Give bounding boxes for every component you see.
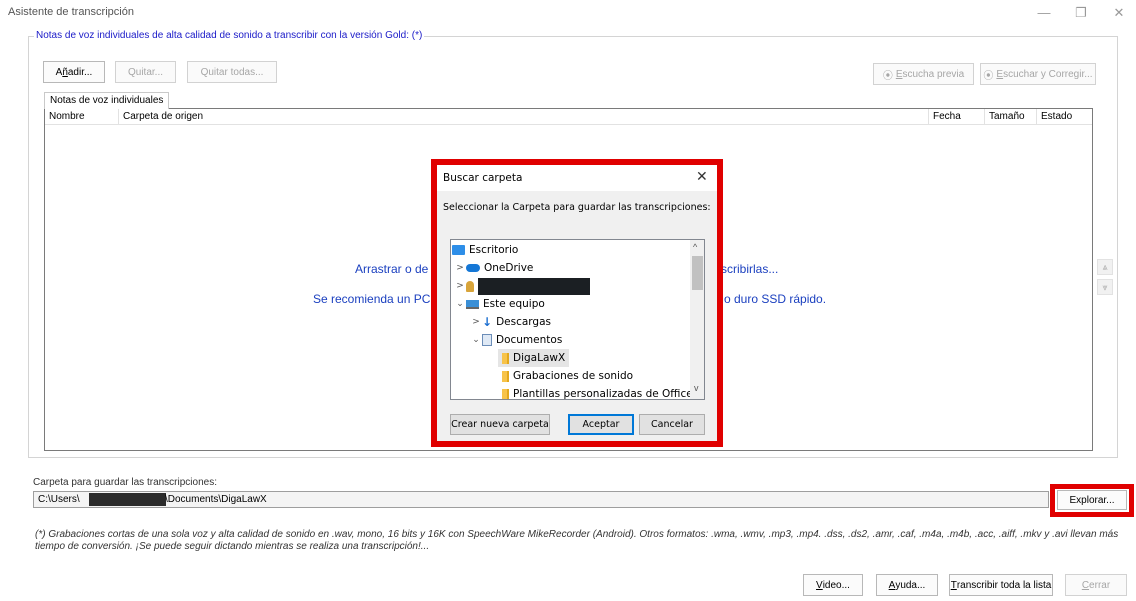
help-label-underlined: A — [888, 579, 896, 591]
drop-hint-line2-start: Se recomienda un PC — [313, 292, 431, 306]
drop-hint-line1-start: Arrastrar o de — [355, 262, 429, 276]
tree-item-label: Este equipo — [483, 298, 545, 310]
drop-hint-line2-end: o duro SSD rápido. — [724, 292, 827, 306]
redacted-user-name — [89, 493, 166, 506]
tree-item-label: Documentos — [496, 334, 563, 346]
close-label-underlined: C — [1081, 579, 1090, 591]
close-button[interactable]: Cerrar — [1065, 574, 1127, 596]
transcribe-label-rest: ranscribir toda la lista — [956, 579, 1052, 591]
window-title: Asistente de transcripción — [8, 6, 134, 18]
column-header-date[interactable]: Fecha — [929, 109, 985, 125]
dialog-title-bar: Buscar carpeta ✕ — [437, 165, 717, 191]
move-down-icon[interactable]: ⩔ — [1097, 279, 1113, 295]
tree-item-label: Descargas — [496, 316, 551, 328]
help-label-rest: yuda... — [895, 579, 926, 591]
computer-icon — [466, 299, 479, 309]
documents-icon — [482, 334, 492, 346]
tree-item-label: Plantillas personalizadas de Office — [513, 388, 693, 400]
browse-folder-dialog: Buscar carpeta ✕ Seleccionar la Carpeta … — [437, 165, 717, 441]
column-header-name[interactable]: Nombre — [45, 109, 119, 125]
path-text-start: C:\Users\ — [38, 494, 80, 505]
expand-chevron-icon[interactable]: > — [454, 281, 466, 291]
tree-item-label: Escritorio — [469, 244, 519, 256]
cancel-button[interactable]: Cancelar — [639, 414, 705, 435]
video-label-rest: ideo... — [822, 579, 850, 591]
new-folder-button[interactable]: Crear nueva carpeta — [450, 414, 550, 435]
minimize-icon[interactable]: — — [1033, 4, 1055, 22]
scroll-down-icon[interactable]: v — [694, 383, 699, 393]
close-label-rest: errar — [1089, 579, 1111, 591]
tree-item-this-pc[interactable]: ⌄ Este equipo — [454, 295, 545, 313]
accept-button[interactable]: Aceptar — [568, 414, 634, 435]
tree-item-label: DigaLawX — [513, 352, 566, 364]
dialog-close-icon[interactable]: ✕ — [696, 168, 708, 185]
add-button[interactable]: Añ adir... — [43, 61, 105, 83]
tree-item-user[interactable]: > — [454, 277, 590, 295]
play-icon: ⦿ — [983, 70, 994, 82]
tab-individual-voice-notes[interactable]: Notas de voz individuales — [44, 92, 170, 109]
drop-hint-line1-end: scribirlas... — [721, 262, 779, 276]
play-icon: ⦿ — [882, 70, 893, 82]
listen-correct-label-underlined: E — [996, 68, 1004, 80]
user-icon — [466, 280, 474, 292]
collapse-chevron-icon[interactable]: ⌄ — [454, 299, 466, 309]
move-up-icon[interactable]: ⩓ — [1097, 259, 1113, 275]
save-folder-label: Carpeta para guardar las transcripciones… — [33, 477, 217, 488]
tree-item-label: OneDrive — [484, 262, 534, 274]
cloud-icon — [466, 264, 480, 272]
close-icon[interactable]: ✕ — [1108, 4, 1130, 22]
column-header-source-folder[interactable]: Carpeta de origen — [119, 109, 929, 125]
folder-icon — [502, 370, 509, 382]
add-label-rest: adir... — [67, 66, 93, 78]
tree-item-sound-recordings[interactable]: Grabaciones de sonido — [498, 367, 633, 385]
save-folder-path-field[interactable]: C:\Users\ \Documents\DigaLawX — [33, 491, 1049, 508]
transcribe-all-button[interactable]: Transcribir toda la lista — [949, 574, 1053, 596]
restore-icon[interactable]: ❐ — [1070, 4, 1092, 22]
redacted-user-name — [478, 277, 590, 295]
collapse-chevron-icon[interactable]: ⌄ — [470, 335, 482, 345]
expand-chevron-icon[interactable]: > — [454, 263, 466, 273]
path-text-end: \Documents\DigaLawX — [165, 494, 267, 505]
folder-tree[interactable]: Escritorio > OneDrive > ⌄ Este equipo > … — [450, 239, 705, 400]
tree-item-downloads[interactable]: > ↓ Descargas — [470, 313, 551, 331]
dialog-title: Buscar carpeta — [443, 172, 523, 184]
tree-item-desktop[interactable]: Escritorio — [452, 241, 518, 259]
folder-icon — [502, 352, 509, 364]
tree-item-documents[interactable]: ⌄ Documentos — [470, 331, 562, 349]
browse-button[interactable]: Explorar... — [1057, 490, 1127, 510]
remove-button[interactable]: Quitar... — [115, 61, 176, 83]
tree-item-digalawx[interactable]: DigaLawX — [498, 349, 570, 367]
help-button[interactable]: Ayuda... — [876, 574, 938, 596]
scroll-up-icon[interactable]: ^ — [693, 242, 697, 252]
desktop-icon — [452, 245, 465, 255]
tree-item-office-templates[interactable]: Plantillas personalizadas de Office — [498, 385, 693, 400]
preview-label-rest: scucha previa — [902, 68, 965, 80]
dialog-prompt: Seleccionar la Carpeta para guardar las … — [443, 202, 711, 213]
title-bar: Asistente de transcripción — ❐ ✕ — [0, 0, 1136, 26]
preview-button[interactable]: ⦿ Escucha previa — [873, 63, 974, 85]
video-label-underlined: V — [816, 579, 823, 591]
tree-scrollbar[interactable]: ^ v — [690, 240, 704, 399]
expand-chevron-icon[interactable]: > — [470, 317, 482, 327]
listen-correct-label-rest: scuchar y Corregir... — [1003, 68, 1093, 80]
video-button[interactable]: Video... — [803, 574, 863, 596]
tree-item-onedrive[interactable]: > OneDrive — [454, 259, 533, 277]
group-legend: Notas de voz individuales de alta calida… — [34, 30, 425, 41]
listen-correct-button[interactable]: ⦿ Escuchar y Corregir... — [980, 63, 1096, 85]
folder-icon — [502, 388, 509, 399]
tree-item-label: Grabaciones de sonido — [513, 370, 634, 382]
preview-label-underlined: E — [895, 68, 903, 80]
add-label-a: A — [55, 66, 63, 78]
formats-footnote: (*) Grabaciones cortas de una sola voz y… — [35, 529, 1119, 552]
column-header-status[interactable]: Estado — [1037, 109, 1092, 125]
scrollbar-thumb[interactable] — [692, 256, 703, 290]
download-icon: ↓ — [482, 315, 493, 329]
remove-all-button[interactable]: Quitar todas... — [187, 61, 277, 83]
column-header-size[interactable]: Tamaño — [985, 109, 1037, 125]
